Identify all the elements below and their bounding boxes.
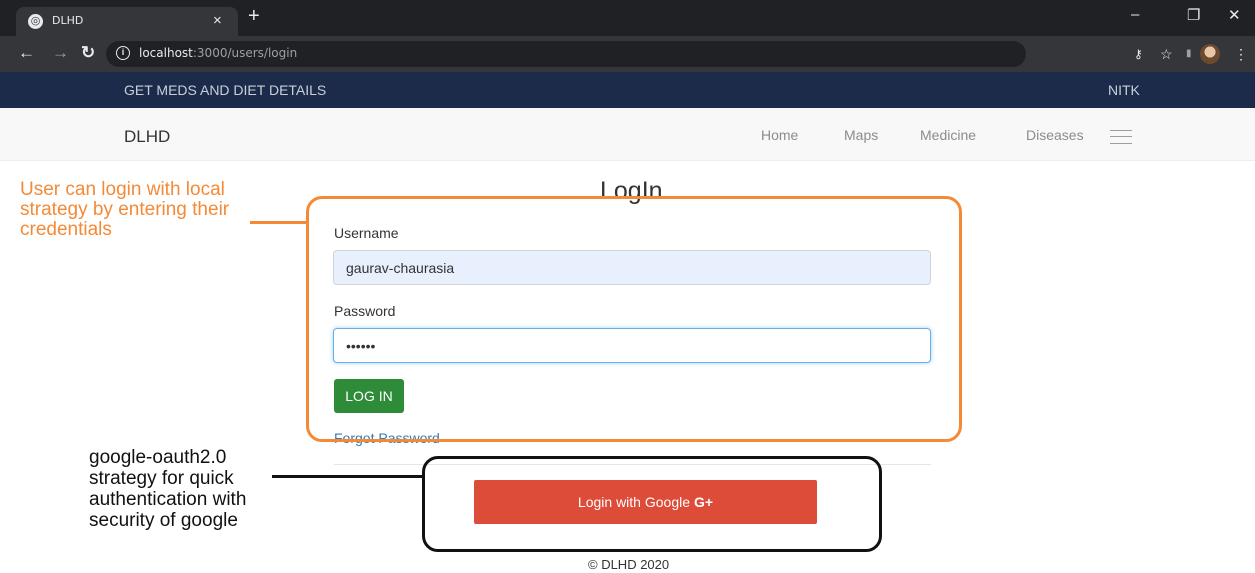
google-strategy-connector: [272, 475, 424, 478]
footer-copyright: © DLHD 2020: [588, 557, 670, 572]
nav-link-diseases[interactable]: Diseases: [1026, 127, 1084, 143]
close-window-button[interactable]: ✕: [1228, 6, 1241, 24]
nav-link-medicine[interactable]: Medicine: [920, 127, 976, 143]
avatar[interactable]: [1200, 44, 1220, 64]
menu-dots-icon[interactable]: ⋮: [1234, 46, 1248, 62]
hamburger-menu-icon[interactable]: [1110, 130, 1132, 144]
local-strategy-connector: [250, 221, 308, 224]
google-strategy-annotation: google-oauth2.0 strategy for quick authe…: [89, 447, 247, 531]
info-icon[interactable]: i: [116, 46, 130, 60]
url-text[interactable]: localhost:3000/users/login: [139, 46, 297, 60]
minimize-button[interactable]: –: [1131, 6, 1139, 23]
extension-icon[interactable]: ▮: [1186, 46, 1192, 62]
star-icon[interactable]: ☆: [1160, 46, 1173, 62]
globe-icon: ◎: [28, 14, 43, 29]
tab-close-icon[interactable]: ×: [213, 12, 222, 29]
tab-title: DLHD: [52, 14, 84, 27]
key-icon[interactable]: ⚷: [1134, 46, 1143, 62]
google-strategy-highlight-box: [422, 456, 882, 552]
browser-tab-bar: ◎ DLHD × + – ❐ ✕: [0, 0, 1255, 36]
local-strategy-annotation: User can login with local strategy by en…: [20, 180, 230, 240]
nav-link-maps[interactable]: Maps: [844, 127, 878, 143]
back-arrow-icon[interactable]: ←: [18, 44, 35, 62]
local-strategy-highlight-box: [306, 196, 962, 442]
nav-link-home[interactable]: Home: [761, 127, 798, 143]
top-strip-tagline[interactable]: GET MEDS AND DIET DETAILS: [124, 82, 326, 98]
omnibox[interactable]: i localhost:3000/users/login: [106, 41, 1026, 67]
new-tab-button[interactable]: +: [248, 5, 260, 27]
reload-icon[interactable]: ↻: [81, 44, 95, 62]
top-strip-nitk[interactable]: NITK: [1108, 82, 1140, 98]
site-top-strip: GET MEDS AND DIET DETAILS NITK: [0, 72, 1255, 108]
browser-address-bar: ← → ↻ i localhost:3000/users/login ⚷ ☆ ▮…: [0, 36, 1255, 72]
site-navbar: DLHD Home Maps Medicine Diseases: [0, 108, 1255, 161]
restore-button[interactable]: ❐: [1187, 6, 1200, 24]
forward-arrow-icon[interactable]: →: [52, 44, 69, 62]
browser-tab[interactable]: ◎ DLHD ×: [16, 7, 238, 36]
brand-logo[interactable]: DLHD: [124, 127, 170, 147]
